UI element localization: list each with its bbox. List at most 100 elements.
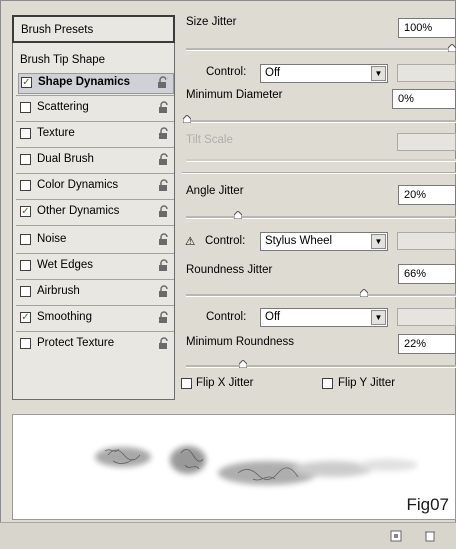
option-airbrush[interactable]: Airbrush — [18, 283, 174, 304]
size-control-fade-input — [397, 64, 456, 82]
option-label: Texture — [37, 127, 75, 139]
figure-caption: Fig07 — [406, 495, 449, 514]
min-roundness-label: Minimum Roundness — [186, 336, 295, 348]
min-roundness-input[interactable]: 22% — [398, 334, 456, 354]
option-wet-edges[interactable]: Wet Edges — [18, 257, 174, 278]
list-divider — [16, 225, 174, 226]
option-dual-brush[interactable]: Dual Brush — [18, 151, 174, 172]
lock-icon[interactable] — [158, 205, 170, 218]
trash-icon[interactable] — [424, 529, 436, 542]
option-texture[interactable]: Texture — [18, 125, 174, 146]
lock-icon[interactable] — [158, 101, 170, 114]
min-diameter-label: Minimum Diameter — [186, 89, 283, 101]
option-label: Protect Texture — [37, 337, 115, 349]
slider-thumb[interactable] — [360, 289, 368, 297]
size-control-value: Off — [265, 67, 281, 79]
lock-icon[interactable] — [158, 311, 170, 324]
list-divider — [16, 199, 174, 200]
angle-jitter-label: Angle Jitter — [186, 185, 244, 197]
lock-icon[interactable] — [158, 127, 170, 140]
min-roundness-slider[interactable] — [186, 365, 456, 368]
slider-thumb[interactable] — [239, 360, 247, 368]
option-label: Scattering — [37, 101, 89, 113]
list-divider — [16, 173, 174, 174]
option-label: Wet Edges — [37, 259, 94, 271]
airbrush-checkbox[interactable] — [20, 286, 31, 297]
lock-icon[interactable] — [158, 233, 170, 246]
option-other-dynamics[interactable]: ✓ Other Dynamics — [18, 203, 174, 224]
list-divider — [16, 253, 174, 254]
option-noise[interactable]: Noise — [18, 231, 174, 252]
protect-texture-checkbox[interactable] — [20, 338, 31, 349]
option-protect-texture[interactable]: Protect Texture — [18, 335, 174, 356]
control-label: Control: — [206, 311, 247, 323]
slider-thumb[interactable] — [234, 211, 242, 219]
control-label: Control: — [205, 235, 246, 247]
new-preset-icon[interactable] — [390, 529, 402, 542]
lock-icon[interactable] — [158, 153, 170, 166]
option-label: Shape Dynamics — [38, 76, 131, 88]
wet-edges-checkbox[interactable] — [20, 260, 31, 271]
roundness-jitter-label: Roundness Jitter — [186, 264, 273, 276]
shape-dynamics-options: Size Jitter 100% Control: Off ▼ Minimum … — [178, 8, 456, 400]
min-diameter-input[interactable]: 0% — [392, 89, 456, 109]
chevron-down-icon[interactable]: ▼ — [371, 234, 386, 249]
brush-presets-label: Brush Presets — [21, 24, 94, 36]
size-jitter-slider[interactable] — [186, 48, 456, 51]
brush-stroke-preview: Fig07 — [12, 414, 456, 520]
list-divider — [16, 121, 174, 122]
texture-checkbox[interactable] — [20, 128, 31, 139]
angle-control-fade-input — [397, 232, 456, 250]
stroke-image — [95, 446, 418, 485]
option-scattering[interactable]: Scattering — [18, 99, 174, 120]
lock-icon[interactable] — [157, 76, 169, 89]
list-divider — [16, 279, 174, 280]
list-divider — [16, 305, 174, 306]
brush-tip-shape-item[interactable]: Brush Tip Shape — [20, 54, 105, 66]
lock-icon[interactable] — [158, 179, 170, 192]
size-jitter-input[interactable]: 100% — [398, 18, 456, 38]
option-label: Smoothing — [37, 311, 92, 323]
angle-control-value: Stylus Wheel — [265, 235, 333, 247]
roundness-jitter-slider[interactable] — [186, 294, 456, 297]
brush-presets-button[interactable]: Brush Presets — [12, 15, 175, 43]
slider-thumb[interactable] — [183, 115, 191, 123]
color-dynamics-checkbox[interactable] — [20, 180, 31, 191]
lock-icon[interactable] — [158, 259, 170, 272]
list-divider — [16, 147, 174, 148]
chevron-down-icon[interactable]: ▼ — [371, 66, 386, 81]
shape-dynamics-checkbox[interactable]: ✓ — [21, 77, 32, 88]
bottom-toolbar — [0, 522, 456, 549]
roundness-jitter-input[interactable]: 66% — [398, 264, 456, 284]
roundness-control-select[interactable]: Off ▼ — [260, 308, 388, 327]
flip-y-checkbox[interactable] — [322, 378, 333, 389]
dual-brush-checkbox[interactable] — [20, 154, 31, 165]
angle-jitter-input[interactable]: 20% — [398, 185, 456, 205]
option-label: Other Dynamics — [37, 205, 120, 217]
flip-x-checkbox[interactable] — [181, 378, 192, 389]
roundness-control-value: Off — [265, 311, 281, 323]
tilt-scale-slider — [186, 159, 456, 162]
min-diameter-slider[interactable] — [186, 120, 456, 123]
list-divider — [16, 95, 174, 96]
smoothing-checkbox[interactable]: ✓ — [20, 312, 31, 323]
size-jitter-label: Size Jitter — [186, 16, 237, 28]
slider-thumb[interactable] — [448, 44, 456, 52]
noise-checkbox[interactable] — [20, 234, 31, 245]
warning-icon: ⚠ — [185, 236, 196, 248]
other-dynamics-checkbox[interactable]: ✓ — [20, 206, 31, 217]
list-divider — [16, 331, 174, 332]
option-label: Color Dynamics — [37, 179, 119, 191]
lock-icon[interactable] — [158, 285, 170, 298]
option-smoothing[interactable]: ✓ Smoothing — [18, 309, 174, 330]
option-shape-dynamics[interactable]: ✓ Shape Dynamics — [18, 73, 174, 94]
angle-control-select[interactable]: Stylus Wheel ▼ — [260, 232, 388, 251]
tilt-scale-label: Tilt Scale — [186, 134, 233, 146]
size-control-select[interactable]: Off ▼ — [260, 64, 388, 83]
chevron-down-icon[interactable]: ▼ — [371, 310, 386, 325]
section-divider — [182, 172, 456, 174]
angle-jitter-slider[interactable] — [186, 216, 456, 219]
option-color-dynamics[interactable]: Color Dynamics — [18, 177, 174, 198]
lock-icon[interactable] — [158, 337, 170, 350]
scattering-checkbox[interactable] — [20, 102, 31, 113]
